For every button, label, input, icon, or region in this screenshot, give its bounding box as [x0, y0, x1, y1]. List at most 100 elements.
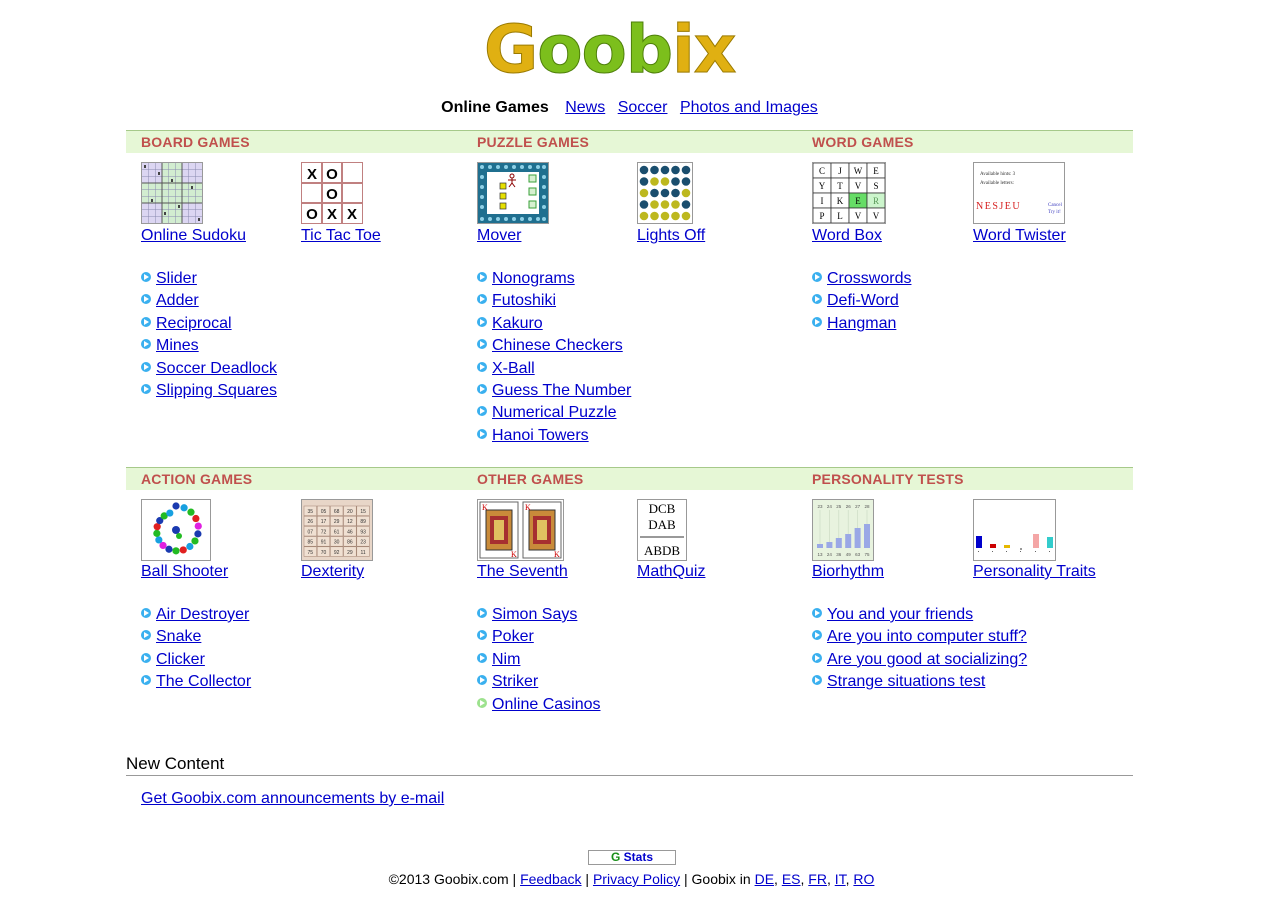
light-cell — [671, 211, 680, 221]
cards-icon[interactable]: K K K K — [477, 499, 564, 561]
footer-lang-fr[interactable]: FR — [808, 871, 827, 887]
game-link-kakuro[interactable]: Kakuro — [492, 315, 543, 332]
featured-link-mathquiz[interactable]: MathQuiz — [637, 563, 705, 581]
game-link-slipping-squares[interactable]: Slipping Squares — [156, 382, 277, 399]
test-link-socializing[interactable]: Are you good at socializing? — [827, 651, 1027, 668]
footer-lang-de[interactable]: DE — [755, 871, 774, 887]
featured-link-the-seventh[interactable]: The Seventh — [477, 563, 568, 581]
sudoku-icon[interactable] — [141, 162, 203, 224]
game-link-mines[interactable]: Mines — [156, 337, 199, 354]
mover-icon[interactable] — [477, 162, 549, 224]
light-cell — [660, 188, 670, 198]
game-link-air-destroyer[interactable]: Air Destroyer — [156, 606, 249, 623]
mathquiz-icon[interactable]: DCB DAB ABDB — [637, 499, 687, 561]
game-link-soccer-deadlock[interactable]: Soccer Deadlock — [156, 360, 277, 377]
personality-traits-icon[interactable] — [973, 499, 1056, 561]
section-band-top — [126, 130, 1133, 153]
nav-link-news[interactable]: News — [565, 99, 605, 116]
light-cell — [681, 188, 691, 198]
featured-link-mover[interactable]: Mover — [477, 227, 521, 245]
footer-lang-it[interactable]: IT — [835, 871, 846, 887]
light-cell — [639, 188, 649, 198]
list-item: Soccer Deadlock — [141, 360, 277, 382]
word-twister-icon[interactable]: Available hints: 3 Available letters: NE… — [973, 162, 1065, 224]
game-link-hangman[interactable]: Hangman — [827, 315, 896, 332]
featured-link-lights-off[interactable]: Lights Off — [637, 227, 705, 245]
tictactoe-icon[interactable]: X O O O X X — [301, 162, 363, 224]
bullet-icon — [141, 383, 151, 394]
game-link-clicker[interactable]: Clicker — [156, 651, 205, 668]
game-link-snake[interactable]: Snake — [156, 628, 201, 645]
dexterity-number: 30 — [334, 540, 340, 546]
stats-badge[interactable]: G Stats — [588, 850, 676, 865]
bullet-icon — [141, 294, 151, 305]
game-link-numerical-puzzle[interactable]: Numerical Puzzle — [492, 404, 616, 421]
goobix-logo[interactable]: Goobix — [483, 16, 780, 83]
game-link-nim[interactable]: Nim — [492, 651, 520, 668]
game-link-slider[interactable]: Slider — [156, 270, 197, 287]
footer-feedback-link[interactable]: Feedback — [520, 871, 581, 887]
featured-link-word-box[interactable]: Word Box — [812, 227, 882, 245]
nav-link-soccer[interactable]: Soccer — [618, 99, 668, 116]
ball — [172, 502, 180, 510]
dexterity-number: 85 — [308, 540, 314, 546]
game-link-reciprocal[interactable]: Reciprocal — [156, 315, 232, 332]
footer-privacy-link[interactable]: Privacy Policy — [593, 871, 680, 887]
game-link-online-casinos[interactable]: Online Casinos — [492, 696, 601, 713]
bullet-icon — [812, 630, 822, 641]
game-link-nonograms[interactable]: Nonograms — [492, 270, 575, 287]
featured-link-tic-tac-toe[interactable]: Tic Tac Toe — [301, 227, 381, 245]
game-link-simon-says[interactable]: Simon Says — [492, 606, 577, 623]
game-link-crosswords[interactable]: Crosswords — [827, 270, 911, 287]
nav-link-photos-and-images[interactable]: Photos and Images — [680, 99, 818, 116]
other-games-list: Simon Says Poker Nim Striker Online Casi… — [477, 606, 601, 718]
game-link-hanoi-towers[interactable]: Hanoi Towers — [492, 427, 589, 444]
email-announcements-link[interactable]: Get Goobix.com announcements by e-mail — [141, 790, 444, 808]
bullet-icon — [477, 272, 487, 282]
test-link-you-and-your-friends[interactable]: You and your friends — [827, 606, 973, 623]
bullet-icon — [812, 675, 822, 686]
list-item: Numerical Puzzle — [477, 404, 631, 426]
test-link-computer-stuff[interactable]: Are you into computer stuff? — [827, 628, 1027, 645]
list-item: Online Casinos — [477, 696, 601, 718]
ball — [165, 545, 173, 553]
featured-link-word-twister[interactable]: Word Twister — [973, 227, 1066, 245]
footer-lang-ro[interactable]: RO — [853, 871, 874, 887]
light-cell — [650, 177, 659, 186]
bullet-icon — [141, 608, 151, 618]
game-link-adder[interactable]: Adder — [156, 292, 199, 309]
dexterity-number: 11 — [360, 550, 365, 556]
lights-off-icon[interactable] — [637, 162, 693, 224]
game-link-striker[interactable]: Striker — [492, 673, 538, 690]
game-link-poker[interactable]: Poker — [492, 628, 534, 645]
dexterity-icon[interactable]: 35 05 68 20 15 26 17 29 12 89 07 72 61 46 93 85 91 30 86 23… — [301, 499, 373, 561]
logo-letter-x: x — [693, 11, 737, 88]
biorhythm-top-label: 24 — [827, 504, 833, 509]
featured-link-personality-traits[interactable]: Personality Traits — [973, 563, 1096, 581]
bullet-icon — [477, 294, 487, 305]
featured-link-ball-shooter[interactable]: Ball Shooter — [141, 563, 228, 581]
game-link-futoshiki[interactable]: Futoshiki — [492, 292, 556, 309]
biorhythm-icon[interactable]: 23 13 24 24 25 36 26 49 27 63 28 75 — [812, 499, 874, 561]
list-item: Hanoi Towers — [477, 427, 631, 449]
action-games-list: Air Destroyer Snake Clicker The Collecto… — [141, 606, 251, 696]
list-item: Snake — [141, 628, 251, 650]
game-link-defi-word[interactable]: Defi-Word — [827, 292, 899, 309]
footer-lang-es[interactable]: ES — [782, 871, 801, 887]
game-link-guess-the-number[interactable]: Guess The Number — [492, 382, 631, 399]
featured-link-dexterity[interactable]: Dexterity — [301, 563, 364, 581]
test-link-strange-situations[interactable]: Strange situations test — [827, 673, 985, 690]
featured-link-online-sudoku[interactable]: Online Sudoku — [141, 227, 246, 245]
bullet-icon — [477, 652, 487, 663]
dexterity-number: 15 — [360, 509, 366, 515]
game-link-the-collector[interactable]: The Collector — [156, 673, 251, 690]
word-box-icon[interactable]: CJWEYTVSIKERPLVV — [812, 162, 886, 224]
game-link-x-ball[interactable]: X-Ball — [492, 360, 535, 377]
ball-shooter-icon[interactable] — [141, 499, 211, 561]
dexterity-number: 61 — [334, 529, 340, 535]
light-cell — [639, 165, 649, 175]
bullet-icon — [141, 630, 151, 641]
game-link-chinese-checkers[interactable]: Chinese Checkers — [492, 337, 623, 354]
featured-link-biorhythm[interactable]: Biorhythm — [812, 563, 884, 581]
dexterity-number: 12 — [347, 519, 353, 525]
